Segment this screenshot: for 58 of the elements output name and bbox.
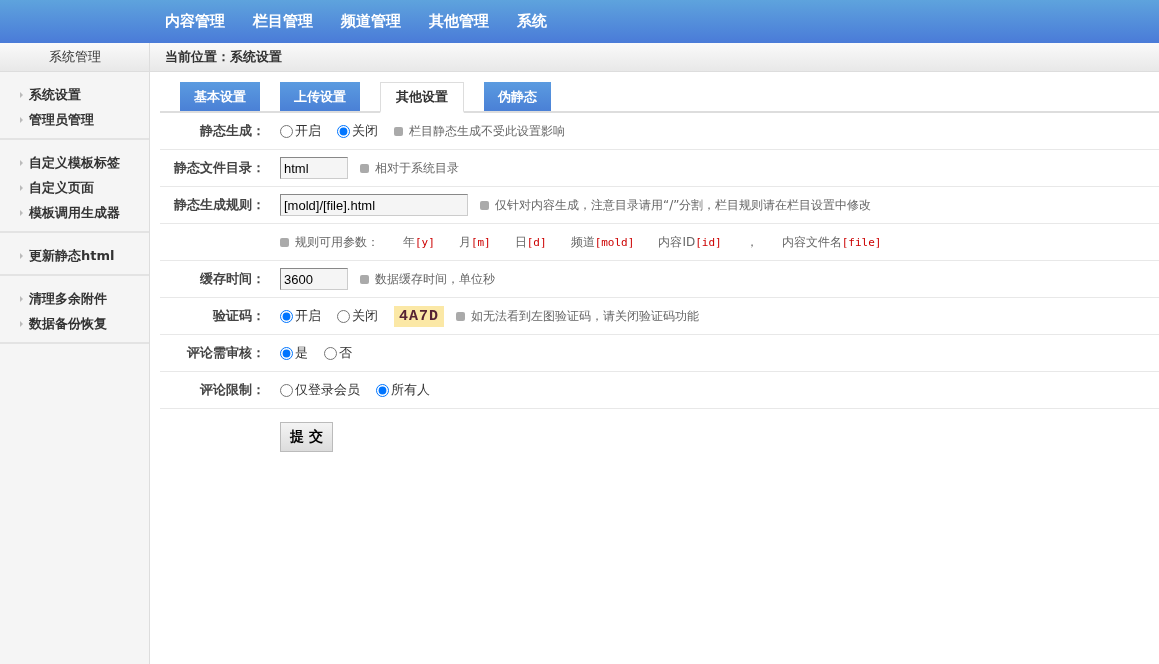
submit-button[interactable]: 提 交 [280,422,333,452]
text-input[interactable]: html [280,157,348,179]
sidebar-link[interactable]: 自定义页面 [20,175,149,200]
radio-button[interactable] [337,124,350,138]
info-icon [280,237,289,247]
radio-button[interactable] [280,309,293,323]
radio-button[interactable] [280,124,293,138]
option-label[interactable]: 关闭 [352,122,378,140]
hint-text: 相对于系统目录 [375,159,459,177]
option-label[interactable]: 开启 [295,307,321,325]
sidebar-link[interactable]: 更新静态html [20,243,149,268]
radio-button[interactable] [280,346,293,360]
hint-text: 栏目静态生成不受此设置影响 [409,122,565,140]
hint-text: 规则可用参数： [295,233,379,251]
option-label[interactable]: 开启 [295,122,321,140]
info-icon [394,126,403,136]
hint-text: 如无法看到左图验证码，请关闭验证码功能 [471,307,699,325]
radio-button[interactable] [324,346,337,360]
text-input[interactable]: 3600 [280,268,348,290]
info-icon [480,200,489,210]
captcha-image: 4A7D [394,305,444,327]
field-label: 验证码： [213,308,265,323]
sidebar-link[interactable]: 系统设置 [20,82,149,107]
breadcrumb: 当前位置：系统设置 [165,48,282,66]
parameter-text: 内容ID[id] [658,233,722,251]
sidebar-link[interactable]: 数据备份恢复 [20,311,149,336]
hint-text: 数据缓存时间，单位秒 [375,270,495,288]
sidebar-link[interactable]: 模板调用生成器 [20,200,149,225]
radio-button[interactable] [280,383,293,397]
radio-button[interactable] [337,309,350,323]
sidebar-link[interactable]: 管理员管理 [20,107,149,132]
hint-text: 仅针对内容生成，注意目录请用“/”分割，栏目规则请在栏目设置中修改 [495,196,872,214]
option-label[interactable]: 是 [295,344,308,362]
parameter-text: 日[d] [514,233,547,251]
field-label: 静态文件目录： [174,160,265,175]
settings-tab[interactable]: 其他设置 [380,82,464,113]
info-icon [360,163,369,173]
option-label[interactable]: 关闭 [352,307,378,325]
info-icon [360,274,369,284]
field-label: 静态生成规则： [174,197,265,212]
option-label[interactable]: 所有人 [391,381,430,399]
parameter-text: ， [745,233,758,251]
info-icon [456,311,465,321]
parameter-text: 频道[mold] [570,233,635,251]
parameter-text: 年[y] [403,233,435,251]
parameter-text: 月[m] [458,233,491,251]
field-label: 静态生成： [200,123,265,138]
field-label: 评论需审核： [187,345,265,360]
option-label[interactable]: 仅登录会员 [295,381,360,399]
sidebar-title: 系统管理 [0,43,149,72]
text-input[interactable]: [mold]/[file].html [280,194,468,216]
radio-button[interactable] [376,383,389,397]
sidebar-link[interactable]: 清理多余附件 [20,286,149,311]
sidebar-link[interactable]: 自定义模板标签 [20,150,149,175]
field-label: 缓存时间： [200,271,265,286]
field-label: 评论限制： [200,382,265,397]
option-label[interactable]: 否 [339,344,352,362]
parameter-text: 内容文件名[file] [781,233,882,251]
